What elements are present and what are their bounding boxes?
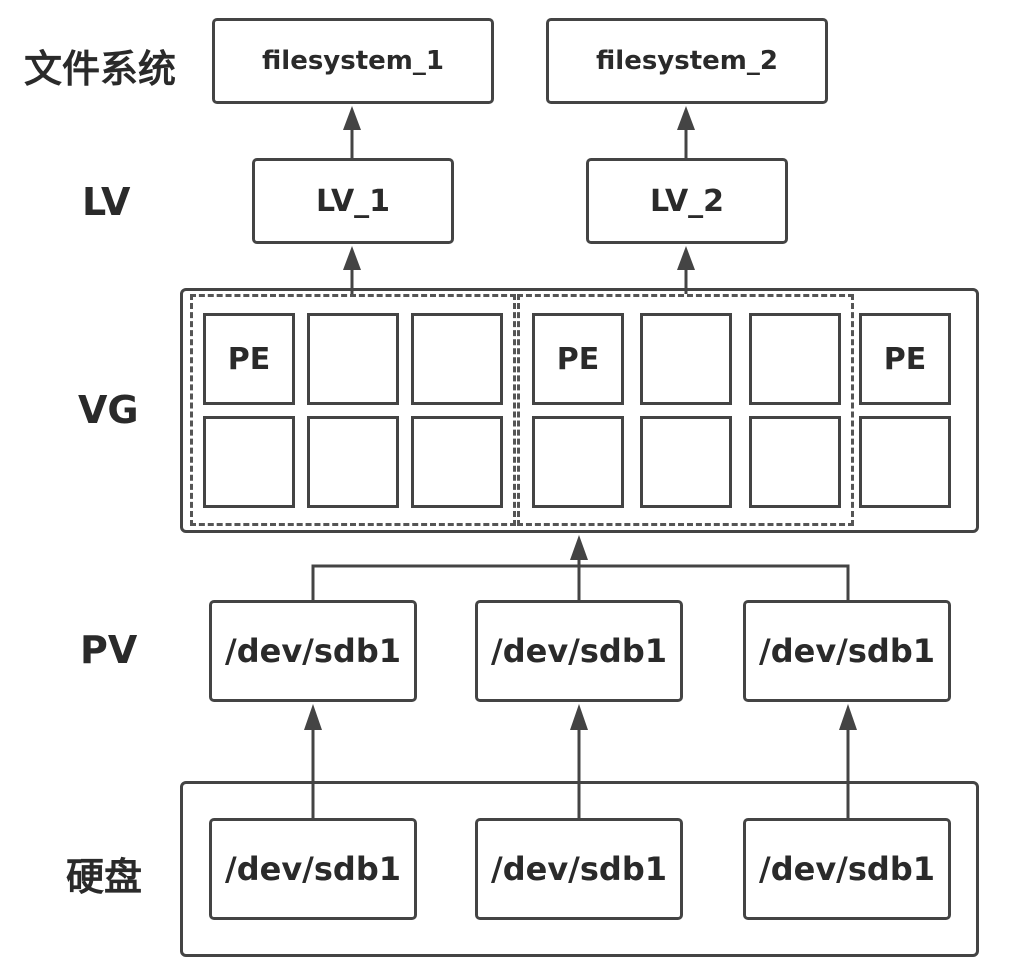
arrowhead <box>839 704 857 730</box>
arrowhead <box>677 246 695 270</box>
row-label-disk: 硬盘 <box>66 855 143 899</box>
disk-box-3: /dev/sdb1 <box>743 818 951 920</box>
pe-cell <box>859 416 951 508</box>
arrowhead <box>570 535 588 560</box>
row-label-vg: VG <box>78 388 139 432</box>
pe-cell <box>411 416 503 508</box>
pe-cell: PE <box>859 313 951 405</box>
pe-cell <box>749 416 841 508</box>
row-label-pv: PV <box>80 628 138 672</box>
filesystem-1-box: filesystem_1 <box>212 18 494 104</box>
pe-cell <box>203 416 295 508</box>
pv-box-2: /dev/sdb1 <box>475 600 683 702</box>
disk-box-1: /dev/sdb1 <box>209 818 417 920</box>
disk-box-2: /dev/sdb1 <box>475 818 683 920</box>
pv-box-1: /dev/sdb1 <box>209 600 417 702</box>
arrowhead <box>304 704 322 730</box>
lv-1-box: LV_1 <box>252 158 454 244</box>
pe-cell: PE <box>203 313 295 405</box>
pe-cell <box>749 313 841 405</box>
pe-cell <box>640 313 732 405</box>
arrowhead <box>570 704 588 730</box>
pe-cell <box>307 313 399 405</box>
pe-cell <box>532 416 624 508</box>
lv-2-box: LV_2 <box>586 158 788 244</box>
row-label-lv: LV <box>82 180 131 224</box>
pe-cell <box>411 313 503 405</box>
row-label-filesystem: 文件系统 <box>24 47 177 91</box>
arrowhead <box>343 106 361 130</box>
pe-cell <box>640 416 732 508</box>
pe-cell: PE <box>532 313 624 405</box>
pv-box-3: /dev/sdb1 <box>743 600 951 702</box>
arrowhead <box>677 106 695 130</box>
pv-merge-line <box>311 564 850 600</box>
filesystem-2-box: filesystem_2 <box>546 18 828 104</box>
arrowhead <box>343 246 361 270</box>
pe-cell <box>307 416 399 508</box>
